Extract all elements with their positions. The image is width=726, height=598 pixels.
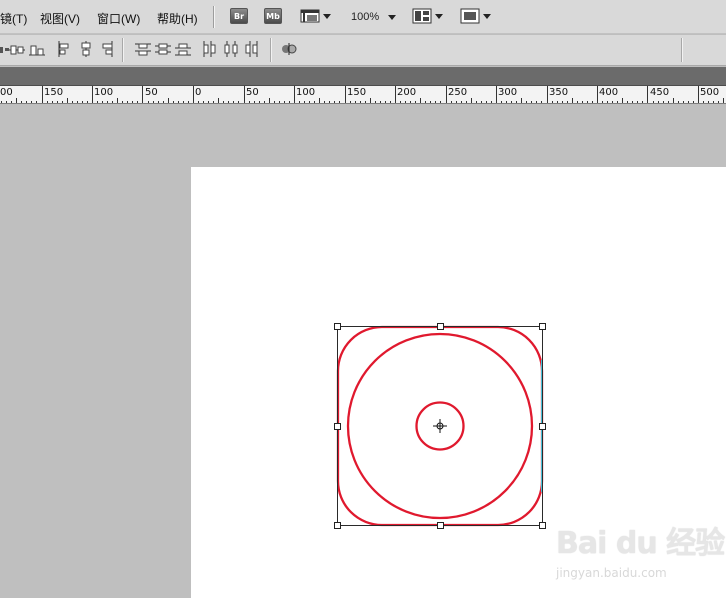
- distribute-bottom-icon[interactable]: [175, 41, 191, 57]
- watermark-url: jingyan.baidu.com: [556, 566, 667, 580]
- menu-window[interactable]: 窗口(W): [97, 10, 140, 27]
- distribute-top-icon[interactable]: [135, 41, 151, 57]
- transform-handle-bottom-right[interactable]: [539, 522, 546, 529]
- ruler-label: 300: [498, 87, 518, 98]
- ruler-label: 50: [246, 87, 259, 98]
- distribute-horizontal-center-icon[interactable]: [223, 41, 239, 57]
- chevron-down-icon: [323, 13, 331, 19]
- transform-handle-bottom-left[interactable]: [334, 522, 341, 529]
- ruler-label: 250: [448, 87, 468, 98]
- menu-separator: [213, 6, 214, 28]
- chevron-down-icon: [388, 14, 397, 20]
- ruler-label: 100: [94, 87, 114, 98]
- extras-dropdown[interactable]: [300, 8, 331, 24]
- baidu-watermark: Bai du 经验 jingyan.baidu.com: [556, 518, 725, 580]
- horizontal-ruler[interactable]: 00 150 100 50 0 50 100 150 200 250 300 350 400 450 500: [0, 86, 726, 104]
- distribute-left-icon[interactable]: [202, 41, 218, 57]
- options-separator: [122, 38, 123, 62]
- ruler-label: 100: [296, 87, 316, 98]
- options-separator: [270, 38, 271, 62]
- screen-mode-icon: [460, 8, 480, 24]
- menu-help[interactable]: 帮助(H): [157, 10, 198, 27]
- ruler-label: 350: [549, 87, 569, 98]
- mini-bridge-button[interactable]: Mb: [264, 8, 282, 24]
- ruler-label: 500: [700, 87, 720, 98]
- align-vertical-center-icon[interactable]: [9, 41, 25, 57]
- align-right-icon[interactable]: [98, 41, 114, 57]
- arrange-grid-icon: [412, 8, 432, 24]
- bridge-button[interactable]: Br: [230, 8, 248, 24]
- options-bar: [0, 35, 726, 66]
- ruler-label: 200: [397, 87, 417, 98]
- chevron-down-icon: [483, 13, 491, 19]
- arrange-documents-dropdown[interactable]: [412, 8, 443, 24]
- distribute-right-icon[interactable]: [243, 41, 259, 57]
- zoom-level-value: 100%: [351, 11, 380, 23]
- ruler-label: 0: [195, 87, 202, 98]
- ruler-label: 150: [347, 87, 367, 98]
- ruler-label: 00: [0, 87, 13, 98]
- menu-view[interactable]: 视图(V): [40, 10, 80, 27]
- document-tab-strip: [0, 67, 726, 86]
- transform-handle-left[interactable]: [334, 423, 341, 430]
- ruler-label: 50: [145, 87, 158, 98]
- menu-filter[interactable]: 镜(T): [0, 10, 27, 27]
- menu-bar: 镜(T) 视图(V) 窗口(W) 帮助(H) Br Mb 100%: [0, 0, 726, 34]
- ruler-label: 400: [599, 87, 619, 98]
- transform-handle-top-right[interactable]: [539, 323, 546, 330]
- align-bottom-icon[interactable]: [29, 41, 45, 57]
- transform-handle-top[interactable]: [437, 323, 444, 330]
- ruler-label: 150: [44, 87, 64, 98]
- zoom-level-dropdown[interactable]: 100%: [351, 11, 397, 23]
- distribute-vertical-center-icon[interactable]: [155, 41, 171, 57]
- chevron-down-icon: [435, 13, 443, 19]
- transform-handle-right[interactable]: [539, 423, 546, 430]
- auto-align-layers-icon[interactable]: [281, 41, 297, 57]
- film-strip-icon: [300, 9, 320, 23]
- transform-handle-bottom[interactable]: [437, 522, 444, 529]
- screen-mode-dropdown[interactable]: [460, 8, 491, 24]
- transform-handle-top-left[interactable]: [334, 323, 341, 330]
- align-left-icon[interactable]: [57, 41, 73, 57]
- ruler-label: 450: [650, 87, 670, 98]
- align-horizontal-center-icon[interactable]: [78, 41, 94, 57]
- watermark-brand: Bai du 经验: [556, 526, 725, 561]
- options-separator: [681, 38, 682, 62]
